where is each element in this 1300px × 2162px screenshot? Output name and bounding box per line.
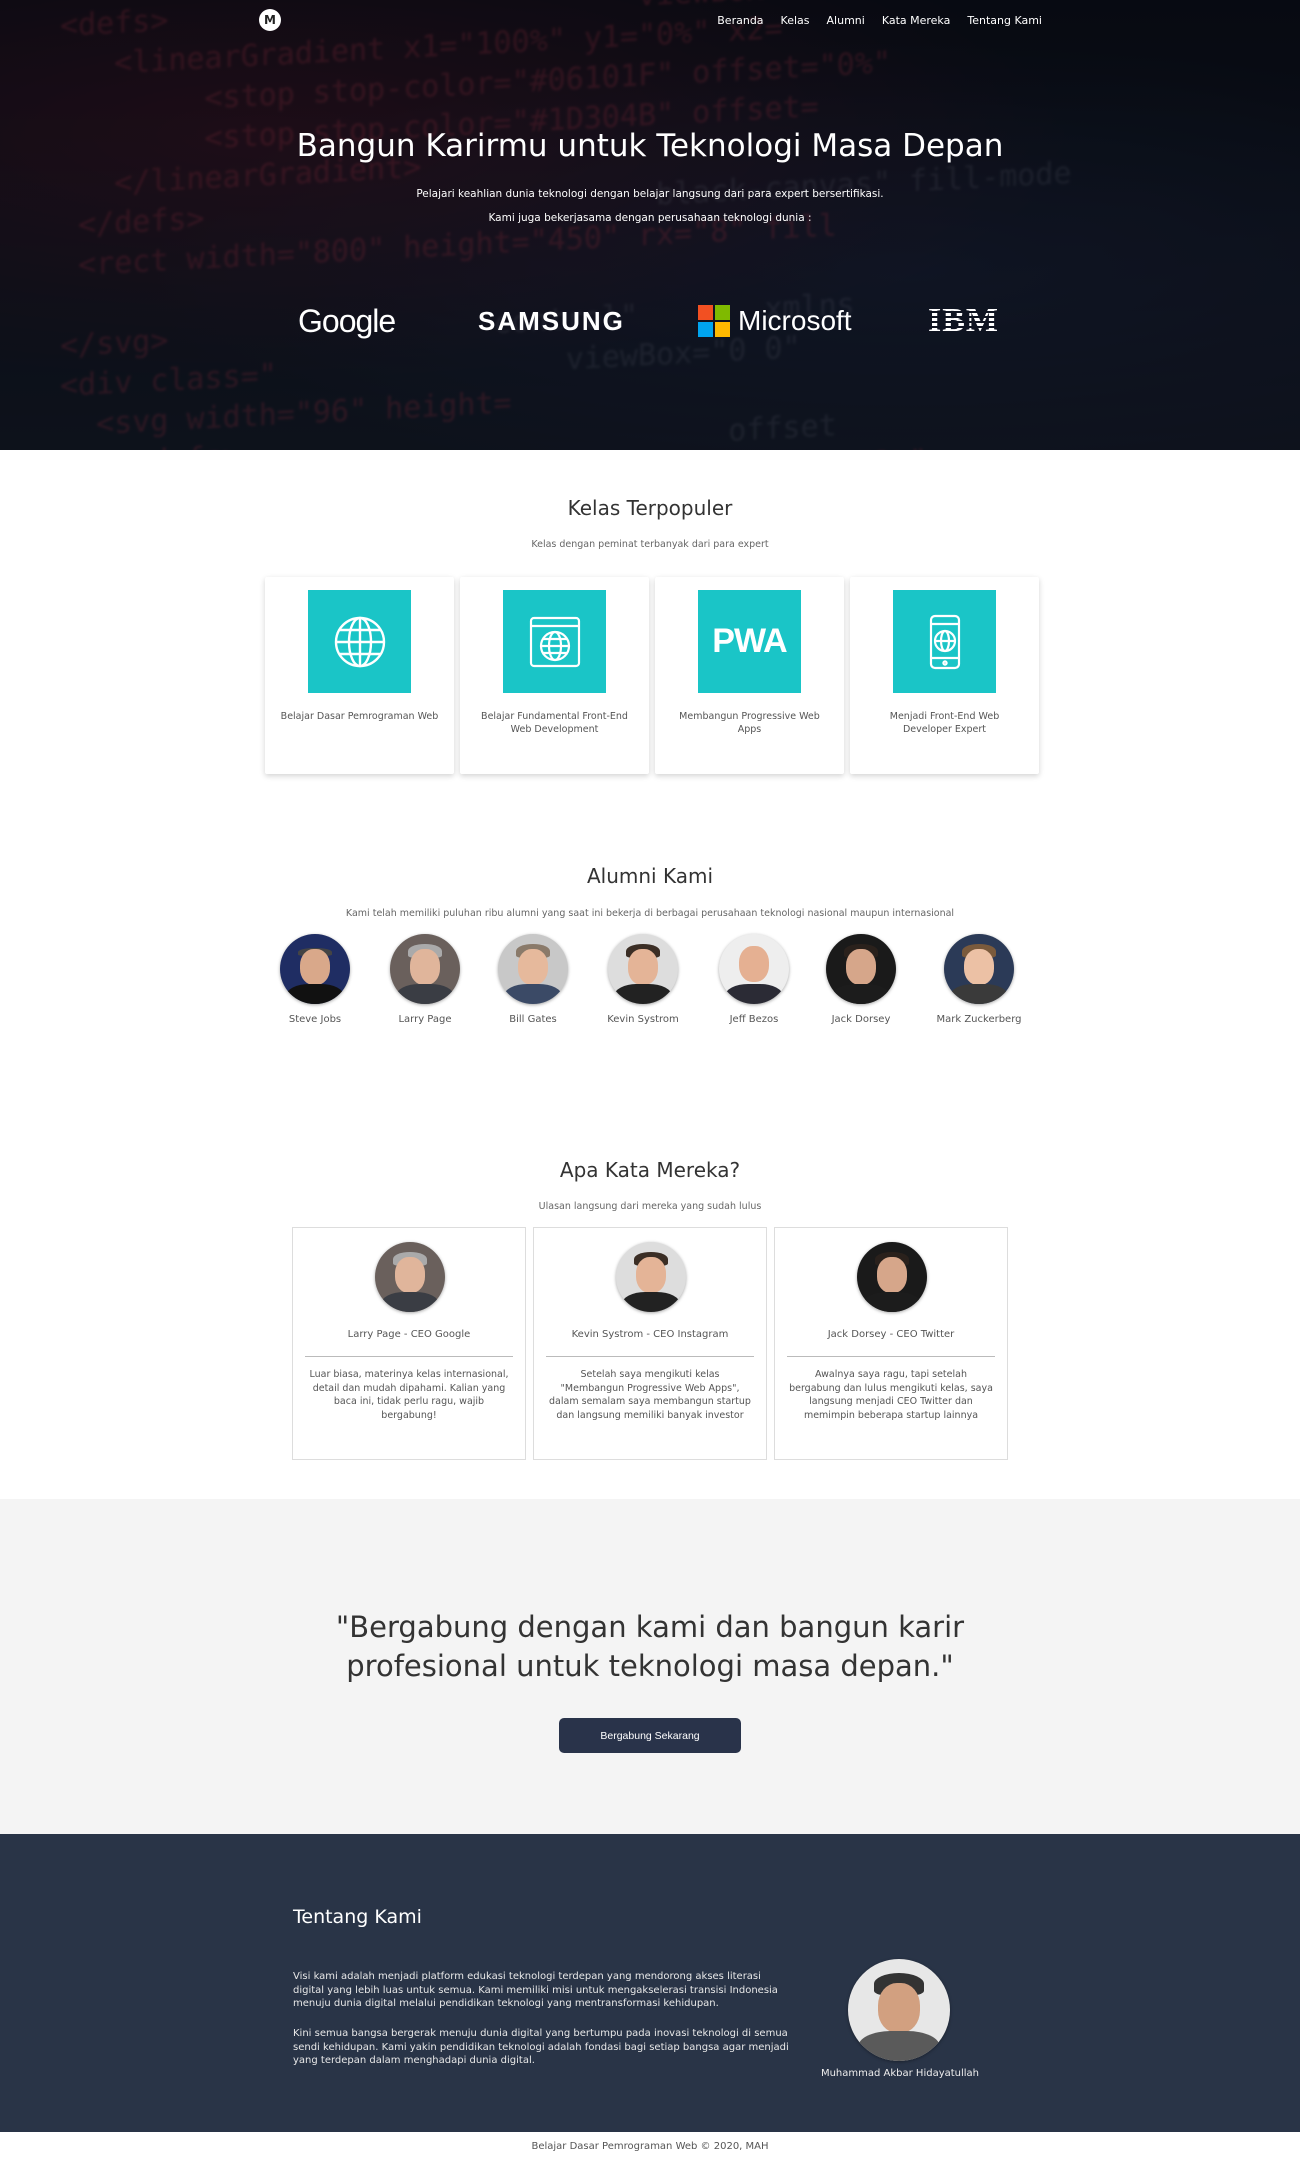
partner-logos: Google SAMSUNG Microsoft IBM xyxy=(0,298,1300,344)
class-title: Belajar Dasar Pemrograman Web xyxy=(280,711,439,722)
nav-item-beranda[interactable]: Beranda xyxy=(717,14,763,27)
testimonial-card: Jack Dorsey - CEO Twitter Awalnya saya r… xyxy=(774,1227,1008,1460)
class-thumbnail: PWA xyxy=(698,590,801,693)
class-card[interactable]: Belajar Dasar Pemrograman Web xyxy=(265,577,454,774)
avatar xyxy=(375,1242,445,1312)
alumni-name: Jeff Bezos xyxy=(729,1014,779,1025)
pwa-logo: PWA xyxy=(712,622,787,660)
alumni-name: Larry Page xyxy=(398,1014,452,1025)
testimonial-card: Kevin Systrom - CEO Instagram Setelah sa… xyxy=(533,1227,767,1460)
google-logo: Google xyxy=(298,302,396,339)
top-navbar: M Beranda Kelas Alumni Kata Mereka Tenta… xyxy=(0,0,1300,44)
avatar xyxy=(857,1242,927,1312)
avatar xyxy=(498,934,568,1004)
alumni-name: Jack Dorsey xyxy=(831,1014,891,1025)
class-thumbnail xyxy=(308,590,411,693)
alumni-name: Bill Gates xyxy=(509,1014,557,1025)
class-title: Membangun Progressive Web Apps xyxy=(679,711,820,735)
divider xyxy=(546,1356,754,1357)
alumni-item: Larry Page xyxy=(390,934,460,1025)
avatar xyxy=(944,934,1014,1004)
alumni-item: Kevin Systrom xyxy=(607,934,679,1025)
hero-section: <defs> viewBox=" <linearGradient x1="100… xyxy=(0,0,1300,450)
microsoft-grid-icon xyxy=(698,305,730,337)
hero-subtitle: Pelajari keahlian dunia teknologi dengan… xyxy=(416,188,884,200)
author-name: Muhammad Akbar Hidayatullah xyxy=(820,2068,980,2079)
class-card[interactable]: Menjadi Front-End Web Developer Expert xyxy=(850,577,1039,774)
avatar xyxy=(616,1242,686,1312)
testimonial-card: Larry Page - CEO Google Luar biasa, mate… xyxy=(292,1227,526,1460)
alumni-item: Steve Jobs xyxy=(280,934,350,1025)
alumni-item: Jack Dorsey xyxy=(826,934,896,1025)
ibm-logo: IBM xyxy=(928,298,999,344)
alumni-name: Mark Zuckerberg xyxy=(936,1014,1022,1025)
divider xyxy=(787,1356,995,1357)
testimonial-name: Larry Page - CEO Google xyxy=(347,1329,471,1340)
globe-icon xyxy=(334,616,385,667)
class-title: Belajar Fundamental Front-End Web Develo… xyxy=(481,711,628,735)
class-card[interactable]: PWA Membangun Progressive Web Apps xyxy=(655,577,844,774)
testimonial-quote: Awalnya saya ragu, tapi setelah bergabun… xyxy=(789,1369,993,1421)
class-title: Menjadi Front-End Web Developer Expert xyxy=(889,711,1000,735)
copyright: Belajar Dasar Pemrograman Web © 2020, MA… xyxy=(531,2141,769,2152)
avatar xyxy=(826,934,896,1004)
class-card[interactable]: Belajar Fundamental Front-End Web Develo… xyxy=(460,577,649,774)
classes-title: Kelas Terpopuler xyxy=(567,496,733,520)
nav-menu: Beranda Kelas Alumni Kata Mereka Tentang… xyxy=(717,14,1042,27)
browser-globe-icon xyxy=(529,616,580,667)
partners-text: Kami juga bekerjasama dengan perusahaan … xyxy=(488,212,812,224)
about-section: Tentang Kami Visi kami adalah menjadi pl… xyxy=(0,1834,1300,2132)
alumni-title: Alumni Kami xyxy=(586,864,714,888)
nav-item-kata-mereka[interactable]: Kata Mereka xyxy=(882,14,951,27)
nav-item-kelas[interactable]: Kelas xyxy=(781,14,810,27)
testimonials-title: Apa Kata Mereka? xyxy=(559,1158,741,1182)
cta-quote: "Bergabung dengan kami dan bangun karir … xyxy=(335,1610,965,1683)
about-title: Tentang Kami xyxy=(293,1906,422,1928)
avatar xyxy=(608,934,678,1004)
mobile-globe-icon xyxy=(929,614,960,669)
site-logo[interactable]: M xyxy=(259,9,281,31)
microsoft-logo: Microsoft xyxy=(698,298,852,344)
hero-title: Bangun Karirmu untuk Teknologi Masa Depa… xyxy=(296,128,1004,164)
microsoft-logo-text: Microsoft xyxy=(738,305,852,336)
testimonial-quote: Setelah saya mengikuti kelas "Membangun … xyxy=(549,1369,751,1421)
classes-subtitle: Kelas dengan peminat terbanyak dari para… xyxy=(531,539,769,550)
alumni-name: Kevin Systrom xyxy=(607,1014,679,1025)
avatar xyxy=(719,934,789,1004)
nav-item-tentang-kami[interactable]: Tentang Kami xyxy=(967,14,1042,27)
about-paragraph-1: Visi kami adalah menjadi platform edukas… xyxy=(293,1971,778,2009)
alumni-name: Steve Jobs xyxy=(288,1014,342,1025)
testimonial-quote: Luar biasa, materinya kelas internasiona… xyxy=(309,1369,509,1421)
class-thumbnail xyxy=(503,590,606,693)
nav-item-alumni[interactable]: Alumni xyxy=(827,14,865,27)
about-paragraph-2: Kini semua bangsa bergerak menuju dunia … xyxy=(293,2028,789,2066)
testimonial-name: Kevin Systrom - CEO Instagram xyxy=(571,1329,729,1340)
alumni-item: Bill Gates xyxy=(498,934,568,1025)
avatar xyxy=(280,934,350,1004)
join-now-button[interactable]: Bergabung Sekarang xyxy=(559,1718,741,1753)
author-avatar xyxy=(848,1959,950,2061)
testimonial-name: Jack Dorsey - CEO Twitter xyxy=(827,1329,955,1340)
avatar xyxy=(390,934,460,1004)
samsung-logo: SAMSUNG xyxy=(478,305,625,336)
cta-section: "Bergabung dengan kami dan bangun karir … xyxy=(0,1499,1300,1834)
divider xyxy=(305,1356,513,1357)
class-thumbnail xyxy=(893,590,996,693)
alumni-subtitle: Kami telah memiliki puluhan ribu alumni … xyxy=(345,908,955,919)
testimonials-subtitle: Ulasan langsung dari mereka yang sudah l… xyxy=(538,1201,762,1212)
alumni-item: Jeff Bezos xyxy=(719,934,789,1025)
alumni-item: Mark Zuckerberg xyxy=(936,934,1022,1025)
